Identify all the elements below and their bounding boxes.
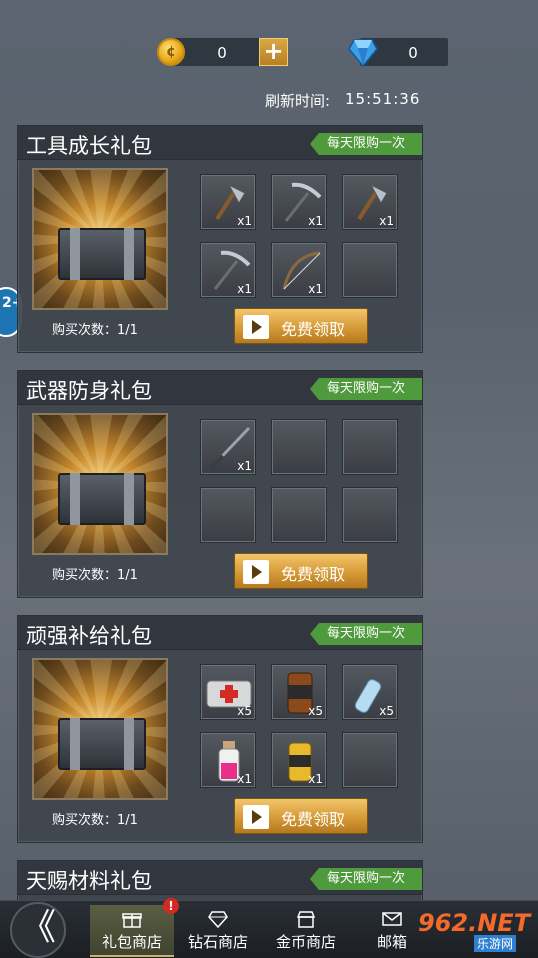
free-claim-button[interactable]: 免费领取 — [234, 798, 368, 834]
tab-gift-shop[interactable]: 礼包商店 — [90, 905, 174, 957]
gift-pack-card-tools: 工具成长礼包 每天限购一次 购买次数：1/1 x1 x1 x1 x1 x1 免费… — [17, 125, 423, 353]
item-qty: x1 — [379, 214, 394, 228]
pack-image — [32, 168, 168, 310]
empty-slot — [342, 732, 398, 788]
card-header: 武器防身礼包 每天限购一次 — [18, 371, 422, 405]
add-gold-button[interactable]: + — [259, 38, 288, 66]
item-qty: x1 — [308, 282, 323, 296]
daily-limit-tag: 每天限购一次 — [310, 133, 422, 155]
card-title: 武器防身礼包 — [26, 379, 152, 403]
daily-limit-tag: 每天限购一次 — [310, 378, 422, 400]
daily-limit-tag: 每天限购一次 — [310, 868, 422, 890]
item-qty: x1 — [237, 772, 252, 786]
pack-image — [32, 413, 168, 555]
store-icon — [296, 911, 316, 928]
empty-slot — [342, 242, 398, 298]
item-qty: x1 — [308, 214, 323, 228]
daily-limit-tag: 每天限购一次 — [310, 623, 422, 645]
item-slot[interactable]: x1 — [200, 174, 256, 230]
play-icon — [243, 560, 269, 584]
back-button[interactable]: 《 — [10, 902, 66, 958]
item-slot[interactable]: x1 — [271, 732, 327, 788]
item-slot[interactable]: x1 — [271, 242, 327, 298]
card-header: 工具成长礼包 每天限购一次 — [18, 126, 422, 160]
card-header: 顽强补给礼包 每天限购一次 — [18, 616, 422, 650]
card-title: 天赐材料礼包 — [26, 869, 152, 893]
free-claim-button[interactable]: 免费领取 — [234, 553, 368, 589]
site-watermark-sub: 乐游网 — [474, 935, 517, 952]
diamond-icon — [348, 39, 378, 68]
item-slot[interactable]: x1 — [271, 174, 327, 230]
play-icon — [243, 315, 269, 339]
item-slot[interactable]: x1 — [200, 419, 256, 475]
tab-label: 钻石商店 — [187, 933, 248, 951]
diamond-icon — [208, 911, 228, 928]
play-icon — [243, 805, 269, 829]
item-qty: x1 — [308, 772, 323, 786]
gift-pack-card-supplies: 顽强补给礼包 每天限购一次 购买次数：1/1 x5 x5 x5 x1 x1 免费… — [17, 615, 423, 843]
mail-icon — [382, 912, 402, 926]
buy-count: 购买次数：1/1 — [52, 813, 138, 828]
item-slot[interactable]: x5 — [200, 664, 256, 720]
weapon-crate-icon — [58, 473, 146, 525]
empty-slot — [342, 487, 398, 543]
item-qty: x1 — [237, 282, 252, 296]
item-slot[interactable]: x1 — [342, 174, 398, 230]
tab-label: 金币商店 — [275, 933, 336, 951]
empty-slot — [342, 419, 398, 475]
card-title: 顽强补给礼包 — [26, 624, 152, 648]
tab-gold-shop[interactable]: 金币商店 — [264, 905, 348, 957]
tab-label: 礼包商店 — [101, 933, 162, 951]
card-header: 天赐材料礼包 每天限购一次 — [18, 861, 422, 895]
gem-value: 0 — [408, 44, 418, 62]
gift-pack-card-weapons: 武器防身礼包 每天限购一次 购买次数：1/1 x1 免费领取 — [17, 370, 423, 598]
refresh-time: 15:51:36 — [345, 90, 421, 108]
buy-count: 购买次数：1/1 — [52, 568, 138, 583]
site-watermark: 962.NET — [418, 909, 531, 937]
supply-crate-icon — [58, 718, 146, 770]
gold-value: 0 — [217, 44, 227, 62]
gift-icon — [122, 913, 142, 928]
item-qty: x5 — [379, 704, 394, 718]
free-claim-button[interactable]: 免费领取 — [234, 308, 368, 344]
item-qty: x5 — [237, 704, 252, 718]
gold-coin-icon: ¢ — [157, 38, 185, 66]
claim-label: 免费领取 — [281, 320, 346, 339]
item-qty: x5 — [308, 704, 323, 718]
item-qty: x1 — [237, 214, 252, 228]
item-slot[interactable]: x1 — [200, 732, 256, 788]
item-slot[interactable]: x5 — [271, 664, 327, 720]
refresh-label: 刷新时间: — [265, 92, 331, 110]
toolbox-icon — [58, 228, 146, 280]
buy-count: 购买次数：1/1 — [52, 323, 138, 338]
empty-slot — [271, 487, 327, 543]
card-title: 工具成长礼包 — [26, 134, 152, 158]
empty-slot — [200, 487, 256, 543]
claim-label: 免费领取 — [281, 810, 346, 829]
empty-slot — [271, 419, 327, 475]
claim-label: 免费领取 — [281, 565, 346, 584]
item-qty: x1 — [237, 459, 252, 473]
item-slot[interactable]: x1 — [200, 242, 256, 298]
tab-diamond-shop[interactable]: 钻石商店 — [176, 905, 260, 957]
item-slot[interactable]: x5 — [342, 664, 398, 720]
pack-image — [32, 658, 168, 800]
